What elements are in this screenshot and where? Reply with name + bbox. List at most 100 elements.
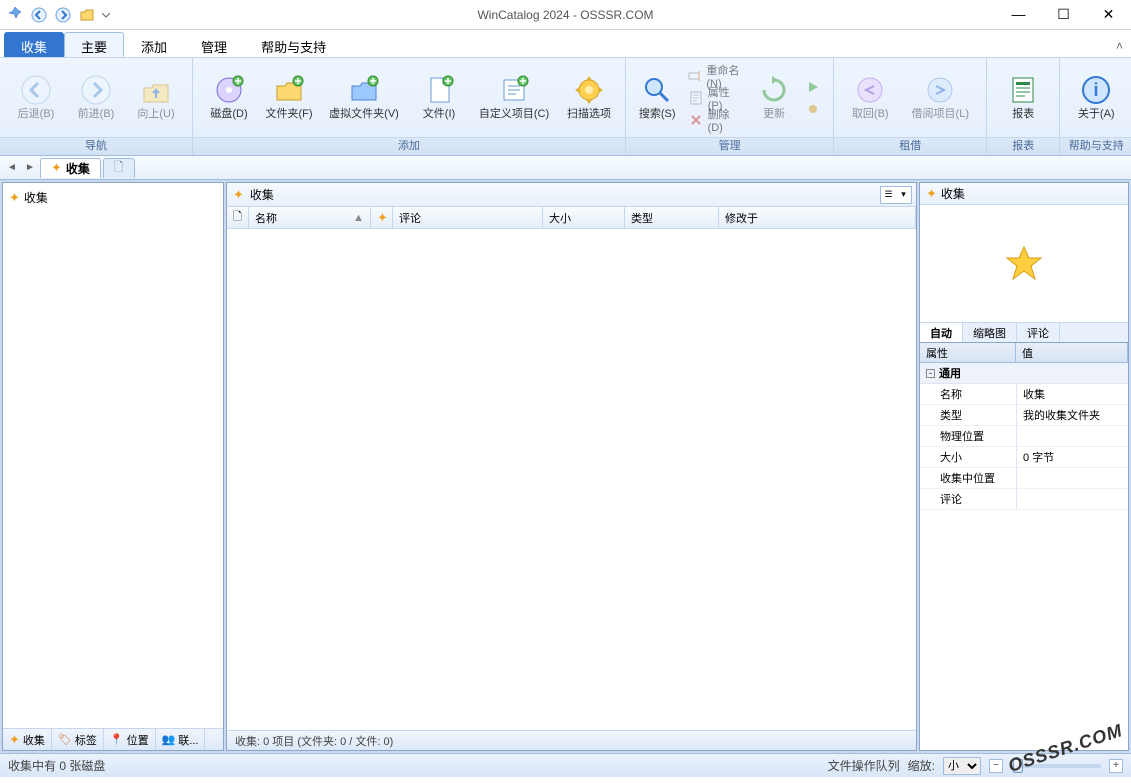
app-icon[interactable] [4,4,26,26]
prop-row-size[interactable]: 大小0 字节 [920,447,1128,468]
rename-icon [688,68,702,84]
col-rating[interactable]: ✦ [371,207,393,228]
left-tab-tags[interactable]: 🏷标签 [52,729,104,750]
preview-tabs: 自动 缩略图 评论 [920,322,1128,342]
ribbon-tab-add[interactable]: 添加 [124,32,184,57]
col-type[interactable]: 类型 [625,207,719,228]
qat-back-icon[interactable] [28,4,50,26]
qat-forward-icon[interactable] [52,4,74,26]
forward-button[interactable]: 前进(B) [66,70,126,125]
about-button[interactable]: i关于(A) [1066,70,1126,125]
col-name[interactable]: 名称▲ [249,207,371,228]
ribbon-group-nav-label: 导航 [0,137,192,155]
left-tree-panel: ✦收集 ✦收集 🏷标签 📍位置 👥联... [2,182,224,751]
search-button[interactable]: 搜索(S) [632,70,682,125]
preview-tab-thumb[interactable]: 缩略图 [963,323,1017,342]
ribbon-tab-file[interactable]: 收集 [4,32,64,57]
add-folder-button[interactable]: 文件夹(F) [259,70,319,125]
update-sub2-button[interactable] [799,98,827,120]
ribbon-group-report-label: 报表 [987,137,1059,155]
col-icon[interactable]: 🗋 [227,207,249,228]
props-col-attr[interactable]: 属性 [920,343,1016,362]
ws-scroll-left-icon[interactable]: ◄ [4,159,20,177]
zoom-in-button[interactable]: + [1109,759,1123,773]
window-controls: — ☐ ✕ [996,0,1131,28]
prop-row-location[interactable]: 物理位置 [920,426,1128,447]
add-virtual-folder-button[interactable]: 虚拟文件夹(V) [319,70,409,125]
col-modified[interactable]: 修改于 [719,207,916,228]
star-icon: ✦ [233,187,244,203]
workspace-tab-blank[interactable]: 🗋 [103,158,135,178]
left-tab-collection[interactable]: ✦收集 [3,729,52,750]
loan-button[interactable]: 借阅项目(L) [900,70,980,125]
add-custom-button[interactable]: 自定义项目(C) [469,70,559,125]
ribbon-group-loan-label: 租借 [834,137,986,155]
preview-tab-auto[interactable]: 自动 [920,323,963,342]
update-button[interactable]: 更新 [749,70,799,125]
sort-asc-icon: ▲ [353,212,364,224]
ribbon-tab-manage[interactable]: 管理 [184,32,244,57]
ws-scroll-right-icon[interactable]: ► [22,159,38,177]
left-tab-contacts[interactable]: 👥联... [156,729,206,750]
qat-dropdown-icon[interactable] [100,4,112,26]
view-switch[interactable]: ☰▾ [880,186,912,204]
status-queue-link[interactable]: 文件操作队列 [828,757,900,774]
ribbon-group-nav: 后退(B) 前进(B) 向上(U) 导航 [0,58,193,155]
report-button[interactable]: 报表 [993,70,1053,125]
center-status: 收集: 0 项目 (文件夹: 0 / 文件: 0) [227,730,916,750]
view-list-icon: ☰ [881,187,896,203]
svg-text:i: i [1094,80,1099,100]
props-col-val[interactable]: 值 [1016,343,1128,362]
prop-row-name[interactable]: 名称收集 [920,384,1128,405]
play-icon [805,79,821,95]
add-files-button[interactable]: 文件(I) [409,70,469,125]
ribbon-tab-help[interactable]: 帮助与支持 [244,32,343,57]
ribbon-collapse-icon[interactable]: ˄ [1116,39,1123,53]
scan-options-button[interactable]: 扫描选项 [559,70,619,125]
preview-area: ✦收集 自动 缩略图 评论 [920,183,1128,343]
col-comment[interactable]: 评论 [393,207,543,228]
tree-view[interactable]: ✦收集 [3,183,223,728]
location-icon: 📍 [110,733,124,746]
title-bar: WinCatalog 2024 - OSSSR.COM — ☐ ✕ [0,0,1131,30]
update-sub1-button[interactable] [799,76,827,98]
center-header: ✦ 收集 ☰▾ [227,183,916,207]
up-button[interactable]: 向上(U) [126,70,186,125]
close-button[interactable]: ✕ [1086,0,1131,28]
right-properties-panel: ✦收集 自动 缩略图 评论 属性 值 -通用 名称收集 类型我的收集文件夹 物理… [919,182,1129,751]
zoom-thumb[interactable] [1013,759,1023,773]
workspace-tab-collection[interactable]: ✦收集 [40,158,101,178]
prop-group-general[interactable]: -通用 [920,363,1128,384]
ribbon-group-loan: 取回(B) 借阅项目(L) 租借 [834,58,987,155]
star-icon: ✦ [9,190,20,206]
col-size[interactable]: 大小 [543,207,625,228]
delete-button[interactable]: 删除(D) [682,109,749,131]
ribbon-panel: 后退(B) 前进(B) 向上(U) 导航 磁盘(D) 文件夹(F) 虚拟文件夹(… [0,58,1131,156]
zoom-label: 缩放: [908,757,935,774]
back-button[interactable]: 后退(B) [6,70,66,125]
page-icon: 🗋 [114,158,124,179]
qat-open-icon[interactable] [76,4,98,26]
prop-row-colpos[interactable]: 收集中位置 [920,468,1128,489]
minimize-button[interactable]: — [996,0,1041,28]
ribbon-group-manage-label: 管理 [626,137,833,155]
grid-header: 🗋 名称▲ ✦ 评论 大小 类型 修改于 [227,207,916,229]
zoom-out-button[interactable]: − [989,759,1003,773]
tree-root-node[interactable]: ✦收集 [7,187,219,208]
grid-body[interactable] [227,229,916,730]
main-workspace: ✦收集 ✦收集 🏷标签 📍位置 👥联... ✦ 收集 ☰▾ 🗋 名称▲ ✦ 评论… [0,180,1131,753]
collection-star-icon [1004,244,1044,284]
prop-row-comment[interactable]: 评论 [920,489,1128,510]
zoom-select[interactable]: 小 [943,757,981,775]
ribbon-tab-main[interactable]: 主要 [64,32,124,57]
app-title: WinCatalog 2024 - OSSSR.COM [0,8,1131,22]
left-tab-location[interactable]: 📍位置 [104,729,156,750]
add-disk-button[interactable]: 磁盘(D) [199,70,259,125]
ribbon-tab-strip: 收集 主要 添加 管理 帮助与支持 ˄ [0,30,1131,58]
zoom-slider[interactable] [1011,764,1101,768]
ribbon-group-add-label: 添加 [193,137,625,155]
preview-tab-comment[interactable]: 评论 [1017,323,1060,342]
prop-row-type[interactable]: 类型我的收集文件夹 [920,405,1128,426]
maximize-button[interactable]: ☐ [1041,0,1086,28]
return-button[interactable]: 取回(B) [840,70,900,125]
